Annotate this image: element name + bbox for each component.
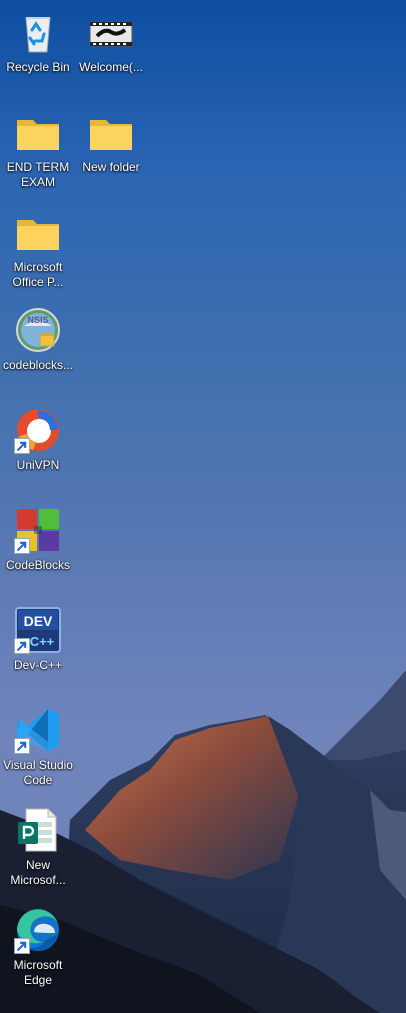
desktop-icon-microsoft-office-folder[interactable]: Microsoft Office P... — [0, 204, 76, 300]
folder-icon — [87, 108, 135, 156]
desktop-icon-welcome-video[interactable]: Welcome(... — [73, 4, 149, 100]
edge-icon — [14, 906, 62, 954]
desktop-icon-univpn[interactable]: UniVPN — [0, 402, 76, 498]
desktop-icon-codeblocks-installer[interactable]: NSIS codeblocks... — [0, 302, 76, 398]
desktop[interactable]: Recycle Bin Welcome(... END TERM EXAM Ne… — [0, 0, 406, 1013]
desktop-icon-label: Recycle Bin — [6, 60, 70, 74]
devcpp-text2: C++ — [30, 634, 55, 649]
codeblocks-installer-text: NSIS — [27, 315, 48, 325]
shortcut-arrow-icon — [14, 938, 30, 954]
desktop-icon-codeblocks[interactable]: CodeBlocks — [0, 502, 76, 598]
codeblocks-icon — [14, 506, 62, 554]
vscode-icon — [14, 706, 62, 754]
desktop-icon-label: Welcome(... — [79, 60, 143, 74]
shortcut-arrow-icon — [14, 638, 30, 654]
desktop-icon-label: Dev-C++ — [13, 658, 63, 672]
shortcut-arrow-icon — [14, 538, 30, 554]
desktop-icon-label: codeblocks... — [2, 358, 74, 372]
folder-icon — [14, 208, 62, 256]
devcpp-icon: DEV C++ — [14, 606, 62, 654]
publisher-file-icon — [14, 806, 62, 854]
desktop-icon-recycle-bin[interactable]: Recycle Bin — [0, 4, 76, 100]
desktop-icon-label: Visual Studio Code — [3, 758, 73, 787]
shortcut-arrow-icon — [14, 738, 30, 754]
desktop-icon-new-folder[interactable]: New folder — [73, 104, 149, 200]
univpn-icon — [14, 406, 62, 454]
desktop-icon-vscode[interactable]: Visual Studio Code — [0, 702, 76, 798]
desktop-icon-label: END TERM EXAM — [6, 160, 70, 189]
desktop-icon-label: New Microsof... — [10, 858, 66, 887]
desktop-icon-label: CodeBlocks — [5, 558, 71, 572]
desktop-icon-edge[interactable]: Microsoft Edge — [0, 902, 76, 998]
codeblocks-installer-icon: NSIS — [14, 306, 62, 354]
desktop-icon-label: Microsoft Office P... — [12, 260, 64, 289]
folder-icon — [14, 108, 62, 156]
recycle-bin-icon — [14, 8, 62, 56]
shortcut-arrow-icon — [14, 438, 30, 454]
desktop-icon-label: Microsoft Edge — [13, 958, 63, 987]
desktop-icon-label: UniVPN — [16, 458, 60, 472]
desktop-icon-end-term-exam[interactable]: END TERM EXAM — [0, 104, 76, 200]
desktop-icon-new-publisher-doc[interactable]: New Microsof... — [0, 802, 76, 898]
desktop-icon-devcpp[interactable]: DEV C++ Dev-C++ — [0, 602, 76, 698]
desktop-icon-label: New folder — [82, 160, 140, 174]
video-file-icon — [87, 8, 135, 56]
